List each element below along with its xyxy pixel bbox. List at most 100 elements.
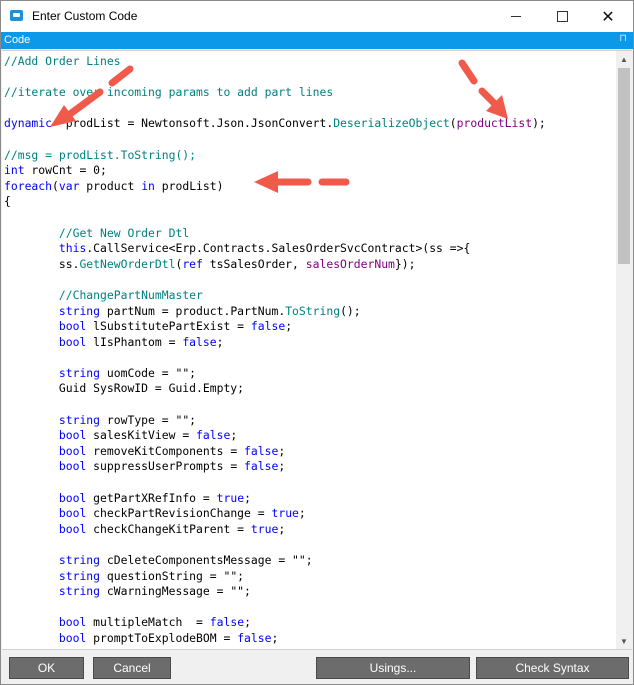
code-line[interactable]: ss.GetNewOrderDtl(ref tsSalesOrder, sale… bbox=[4, 257, 546, 273]
code-token: checkChangeKitParent = bbox=[86, 521, 251, 536]
pin-icon[interactable]: ⊓ bbox=[619, 33, 627, 44]
code-line[interactable] bbox=[4, 132, 546, 148]
maximize-button[interactable] bbox=[539, 1, 585, 32]
vertical-scrollbar[interactable]: ▲ ▼ bbox=[616, 51, 632, 649]
code-line[interactable]: bool getPartXRefInfo = true; bbox=[4, 491, 546, 507]
scroll-down-icon[interactable]: ▼ bbox=[616, 633, 632, 649]
code-line[interactable] bbox=[4, 70, 546, 86]
code-token: false bbox=[250, 319, 286, 334]
code-token: foreach bbox=[4, 178, 53, 193]
code-line[interactable]: bool multipleMatch = false; bbox=[4, 615, 546, 631]
code-line[interactable] bbox=[4, 272, 546, 288]
button-bar: OK Cancel Usings... Check Syntax bbox=[1, 650, 633, 684]
code-line[interactable]: bool lSubstitutePartExist = false; bbox=[4, 319, 546, 335]
code-line[interactable]: //msg = prodList.ToString(); bbox=[4, 148, 546, 164]
code-line[interactable]: //iterate over incoming params to add pa… bbox=[4, 85, 546, 101]
code-line[interactable] bbox=[4, 210, 546, 226]
code-line[interactable]: string questionString = ""; bbox=[4, 569, 546, 585]
code-token: ; bbox=[216, 334, 224, 349]
code-editor[interactable]: //Add Order Lines //iterate over incomin… bbox=[2, 50, 632, 650]
code-token: ; bbox=[230, 428, 238, 443]
code-token: ; bbox=[285, 319, 293, 334]
code-token: { bbox=[4, 194, 11, 209]
code-token: DeserializeObject bbox=[333, 116, 450, 131]
code-line[interactable]: string uomCode = ""; bbox=[4, 366, 546, 382]
code-token: false bbox=[244, 459, 279, 474]
minimize-button[interactable] bbox=[493, 1, 539, 32]
code-line[interactable]: string cWarningMessage = ""; bbox=[4, 584, 546, 600]
code-token: bool bbox=[58, 506, 87, 521]
code-token: bool bbox=[58, 630, 87, 645]
code-line[interactable]: bool promptToExplodeBOM = false; bbox=[4, 631, 546, 647]
code-token: //Get New Order Dtl bbox=[58, 225, 190, 240]
code-line[interactable]: bool checkChangeKitParent = true; bbox=[4, 522, 546, 538]
code-token: cDeleteComponentsMessage = ""; bbox=[100, 553, 313, 567]
code-line[interactable]: bool checkPartRevisionChange = true; bbox=[4, 506, 546, 522]
code-line[interactable]: string rowType = ""; bbox=[4, 413, 546, 429]
code-token: bool bbox=[58, 521, 87, 536]
code-token: productList bbox=[456, 116, 533, 131]
code-line[interactable]: this.CallService<Erp.Contracts.SalesOrde… bbox=[4, 241, 546, 257]
code-line[interactable]: //Add Order Lines bbox=[4, 54, 546, 70]
usings-button[interactable]: Usings... bbox=[316, 657, 470, 679]
code-line[interactable]: bool salesKitView = false; bbox=[4, 428, 546, 444]
code-token: salesKitView = bbox=[86, 428, 197, 443]
code-line[interactable]: string cDeleteComponentsMessage = ""; bbox=[4, 553, 546, 569]
code-line[interactable]: string partNum = product.PartNum.ToStrin… bbox=[4, 304, 546, 320]
code-token: prodList) bbox=[154, 178, 224, 193]
custom-code-dialog: Enter Custom Code ✕ Code ⊓ //Add Order L… bbox=[0, 0, 634, 685]
code-token: ; bbox=[278, 459, 286, 474]
code-line[interactable] bbox=[4, 537, 546, 553]
code-line[interactable]: { bbox=[4, 194, 546, 210]
scroll-up-icon[interactable]: ▲ bbox=[616, 51, 632, 67]
code-line[interactable]: int rowCnt = 0; bbox=[4, 163, 546, 179]
code-line[interactable]: Guid SysRowID = Guid.Empty; bbox=[4, 381, 546, 397]
code-token: ToString bbox=[285, 303, 341, 318]
code-token: //msg = prodList.ToString(); bbox=[4, 147, 197, 162]
code-line[interactable] bbox=[4, 101, 546, 117]
code-panel-header: Code ⊓ bbox=[1, 32, 633, 49]
code-line[interactable]: //Get New Order Dtl bbox=[4, 226, 546, 242]
code-token: string bbox=[58, 568, 101, 583]
close-button[interactable]: ✕ bbox=[585, 1, 631, 32]
code-line[interactable] bbox=[4, 475, 546, 491]
maximize-icon bbox=[556, 11, 568, 22]
code-token: in bbox=[141, 178, 155, 193]
code-text[interactable]: //Add Order Lines //iterate over incomin… bbox=[4, 54, 546, 647]
code-line[interactable]: foreach(var product in prodList) bbox=[4, 179, 546, 195]
code-token: product bbox=[79, 178, 142, 193]
code-line[interactable] bbox=[4, 350, 546, 366]
code-token: }); bbox=[394, 256, 416, 271]
code-line[interactable]: bool lIsPhantom = false; bbox=[4, 335, 546, 351]
code-token: false bbox=[182, 334, 217, 349]
code-line[interactable]: //ChangePartNumMaster bbox=[4, 288, 546, 304]
title-bar[interactable]: Enter Custom Code ✕ bbox=[1, 1, 633, 32]
minimize-icon bbox=[511, 16, 521, 17]
scrollbar-thumb[interactable] bbox=[618, 68, 630, 264]
code-token: dynamic bbox=[4, 116, 53, 131]
code-line[interactable]: bool suppressUserPrompts = false; bbox=[4, 459, 546, 475]
code-token: var bbox=[58, 178, 80, 193]
code-line[interactable]: dynamic prodList = Newtonsoft.Json.JsonC… bbox=[4, 116, 546, 132]
cancel-button[interactable]: Cancel bbox=[93, 657, 171, 679]
ok-button[interactable]: OK bbox=[9, 657, 84, 679]
code-token: this bbox=[58, 241, 87, 256]
code-line[interactable]: bool removeKitComponents = false; bbox=[4, 444, 546, 460]
code-line[interactable] bbox=[4, 600, 546, 616]
code-line[interactable] bbox=[4, 397, 546, 413]
code-token: int bbox=[4, 163, 25, 178]
code-token: string bbox=[58, 553, 101, 567]
check-syntax-button[interactable]: Check Syntax bbox=[476, 657, 629, 679]
code-token: ; bbox=[271, 630, 279, 645]
code-token: rowType = ""; bbox=[100, 412, 197, 427]
code-token: (); bbox=[340, 303, 361, 318]
